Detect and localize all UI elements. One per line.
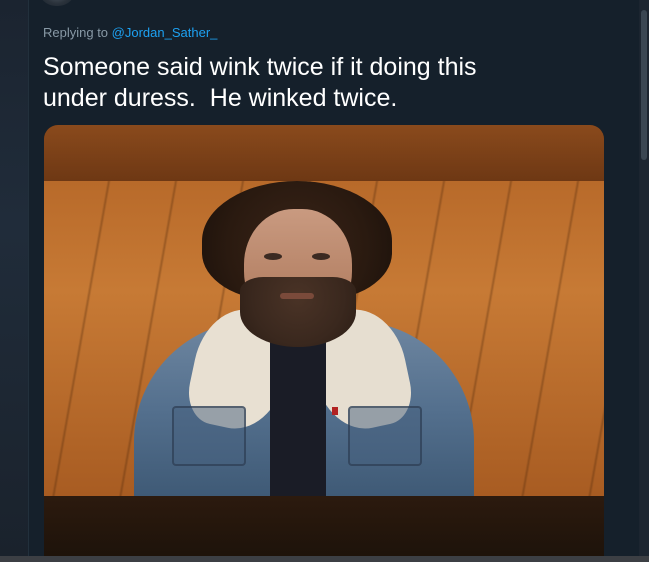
person-shirt bbox=[270, 331, 326, 496]
jacket-red-tab bbox=[332, 407, 338, 415]
twitter-page: Replying to @Jordan_Sather_ Someone said… bbox=[0, 0, 649, 562]
video-letterbox-top bbox=[44, 125, 604, 181]
jacket-pocket-left bbox=[172, 406, 246, 466]
jacket-pocket-right bbox=[348, 406, 422, 466]
bottom-edge-bar bbox=[0, 556, 649, 562]
video-letterbox-bottom bbox=[44, 496, 604, 562]
tweet-text: Someone said wink twice if it doing this… bbox=[43, 53, 477, 112]
left-background-panel bbox=[0, 0, 28, 562]
scrollbar[interactable] bbox=[639, 0, 649, 562]
person-beard bbox=[240, 277, 356, 347]
person-mouth bbox=[280, 293, 314, 299]
reply-context: Replying to @Jordan_Sather_ bbox=[43, 25, 217, 40]
reply-handle-link[interactable]: @Jordan_Sather_ bbox=[112, 25, 218, 40]
person-eye-left bbox=[264, 253, 282, 260]
reply-prefix: Replying to bbox=[43, 25, 109, 40]
video-frame bbox=[44, 181, 604, 496]
scrollbar-thumb[interactable] bbox=[641, 10, 647, 160]
tweet-media-video[interactable] bbox=[44, 125, 604, 562]
person-eye-right bbox=[312, 253, 330, 260]
